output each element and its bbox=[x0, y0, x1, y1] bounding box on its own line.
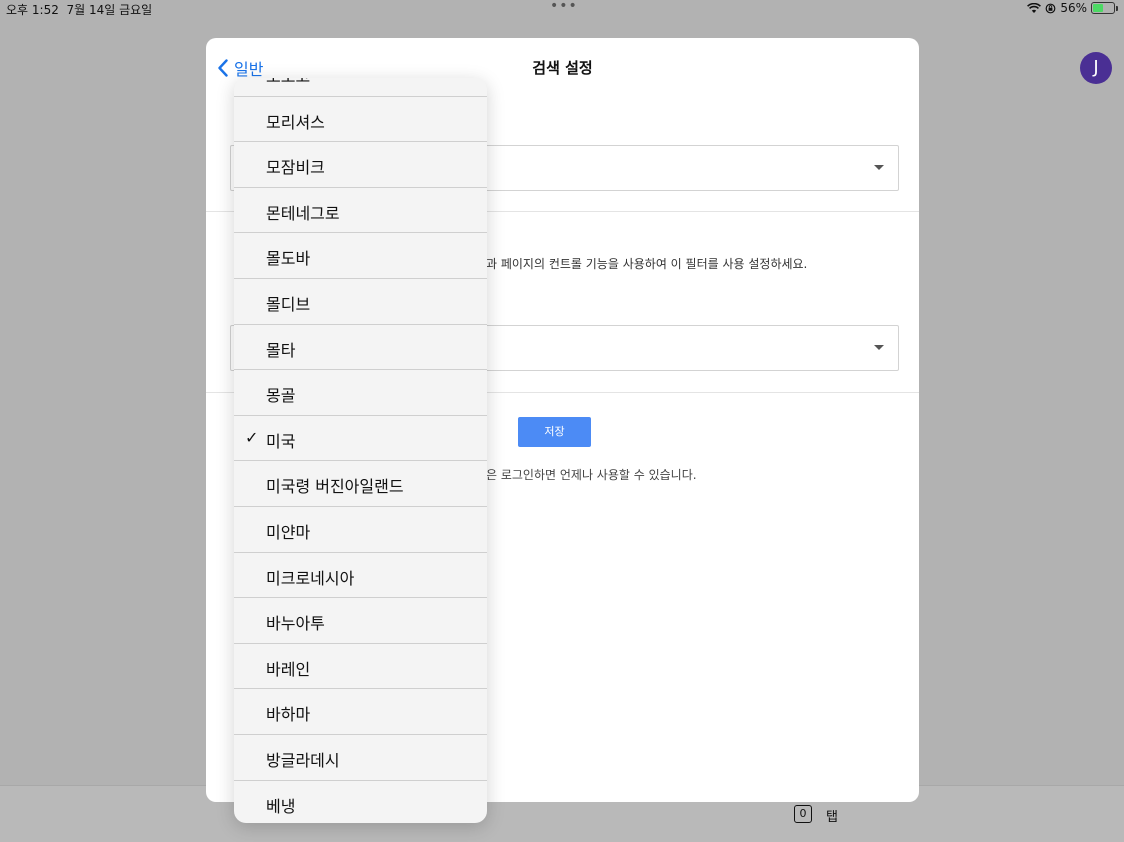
country-option[interactable]: 바하마 bbox=[234, 689, 487, 735]
country-option-label: 미크로네시아 bbox=[266, 568, 355, 588]
status-indicators: 56% bbox=[1027, 1, 1118, 15]
country-option-label: 미국령 버진아일랜드 bbox=[266, 477, 404, 497]
country-option[interactable]: 미얀마 bbox=[234, 507, 487, 553]
country-option[interactable]: 모잠비크 bbox=[234, 142, 487, 188]
tabs-count-icon[interactable]: 0 bbox=[794, 805, 812, 823]
battery-percent: 56% bbox=[1060, 1, 1087, 15]
country-option-label: 몽골 bbox=[266, 386, 296, 406]
tabs-label[interactable]: 탭 bbox=[826, 806, 838, 825]
country-option-label: 몰디브 bbox=[266, 294, 311, 314]
country-option-label: 몰도바 bbox=[266, 249, 311, 269]
country-option[interactable]: 바누아투 bbox=[234, 598, 487, 644]
country-option[interactable]: 몬테네그로 bbox=[234, 188, 487, 234]
country-option-label: 바누아투 bbox=[266, 614, 325, 634]
country-option[interactable]: 몰타 bbox=[234, 325, 487, 371]
save-note: 은 로그인하면 언제나 사용할 수 있습니다. bbox=[486, 468, 697, 482]
avatar[interactable]: J bbox=[1080, 52, 1112, 84]
country-option-label: 모잠비크 bbox=[266, 158, 325, 178]
multitasking-dots[interactable]: ••• bbox=[550, 0, 578, 14]
country-option[interactable]: 베냉 bbox=[234, 781, 487, 824]
country-option-label: 바레인 bbox=[266, 659, 311, 679]
country-option[interactable]: 미국령 버진아일랜드 bbox=[234, 461, 487, 507]
country-option-label: 모리셔스 bbox=[266, 112, 325, 132]
country-option[interactable]: ✓ 미국 bbox=[234, 416, 487, 462]
country-option[interactable]: 바레인 bbox=[234, 644, 487, 690]
status-bar: 오후 1:52 7월 14일 금요일 ••• 56% bbox=[0, 0, 1124, 18]
country-option[interactable]: 미크로네시아 bbox=[234, 553, 487, 599]
country-option-label: 미얀마 bbox=[266, 522, 311, 542]
battery-icon bbox=[1091, 2, 1115, 14]
country-option-label: 바하마 bbox=[266, 705, 311, 725]
country-option-label: 몰타 bbox=[266, 340, 296, 360]
country-option-label: 방글라데시 bbox=[266, 750, 340, 770]
filter-description: 과 페이지의 컨트롤 기능을 사용하여 이 필터를 사용 설정하세요. bbox=[486, 257, 808, 271]
country-option-label: 베냉 bbox=[266, 796, 296, 816]
country-picker[interactable]: 모로코모리셔스모잠비크몬테네그로몰도바몰디브몰타몽골 ✓ 미국미국령 버진아일랜드미… bbox=[234, 78, 487, 823]
country-option[interactable]: 몰디브 bbox=[234, 279, 487, 325]
country-option[interactable]: 몰도바 bbox=[234, 233, 487, 279]
country-option-label: 미국 bbox=[266, 431, 296, 451]
country-option[interactable]: 몽골 bbox=[234, 370, 487, 416]
country-option-label: 모로코 bbox=[266, 78, 310, 87]
dropdown-arrow-icon bbox=[874, 345, 884, 350]
save-button[interactable]: 저장 bbox=[518, 417, 591, 447]
modal-title: 검색 설정 bbox=[532, 59, 593, 77]
country-list[interactable]: 모로코모리셔스모잠비크몬테네그로몰도바몰디브몰타몽골 ✓ 미국미국령 버진아일랜드미… bbox=[234, 78, 487, 823]
dropdown-arrow-icon bbox=[874, 165, 884, 170]
checkmark-icon: ✓ bbox=[245, 427, 259, 447]
country-option[interactable]: 모로코 bbox=[234, 78, 487, 97]
country-option[interactable]: 모리셔스 bbox=[234, 97, 487, 143]
status-time-date: 오후 1:52 7월 14일 금요일 bbox=[6, 3, 153, 17]
orientation-lock-icon bbox=[1045, 3, 1056, 13]
country-option-label: 몬테네그로 bbox=[266, 203, 340, 223]
wifi-icon bbox=[1027, 2, 1042, 13]
country-option[interactable]: 방글라데시 bbox=[234, 735, 487, 781]
